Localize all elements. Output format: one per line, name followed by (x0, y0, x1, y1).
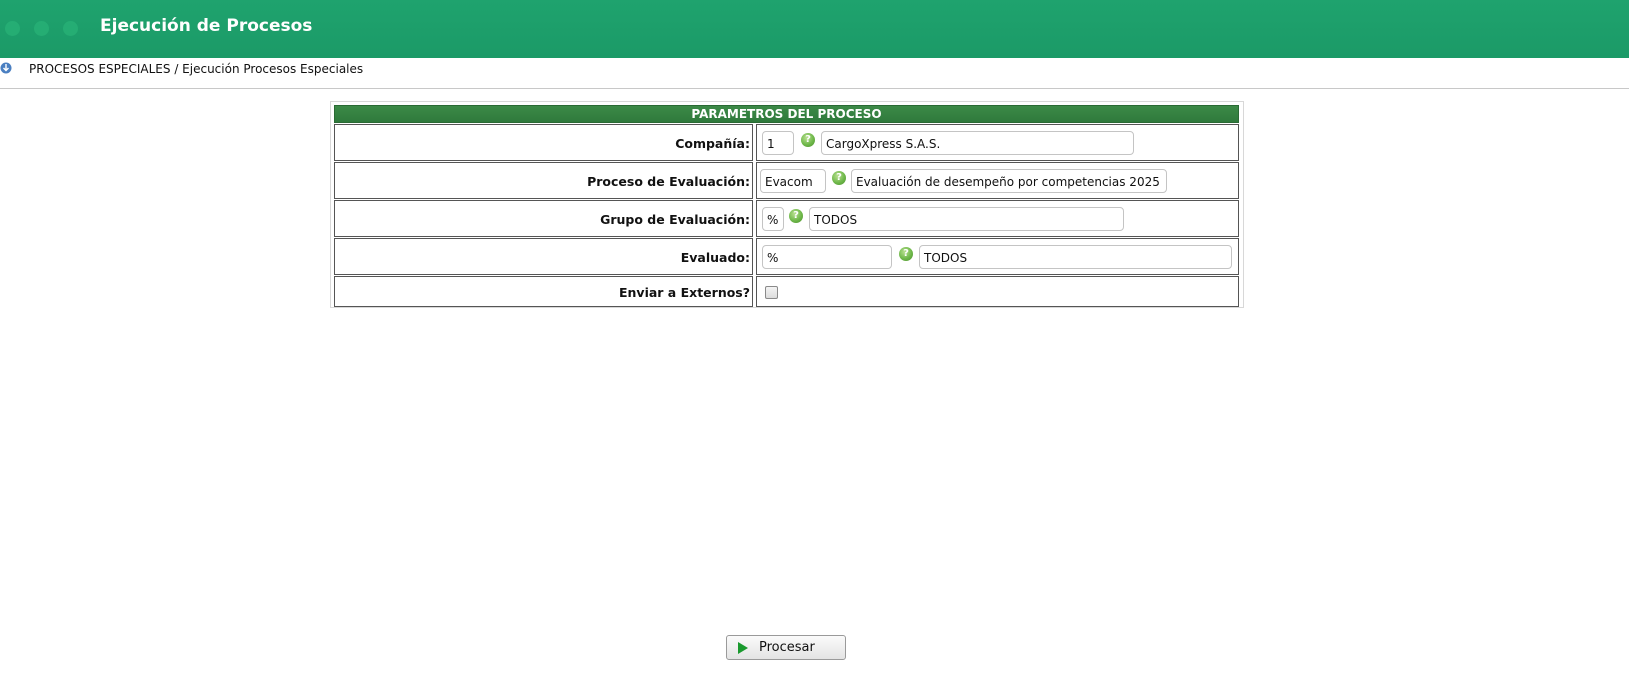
compania-value-cell: 1 ? CargoXpress S.A.S. (756, 124, 1239, 161)
row-externos: Enviar a Externos? (334, 276, 1239, 307)
row-grupo: Grupo de Evaluación: % ? TODOS (334, 200, 1239, 237)
compania-code-input[interactable]: 1 (762, 131, 794, 155)
window-dot-icon (5, 21, 20, 36)
process-button-label: Procesar (759, 640, 815, 655)
grupo-description-input[interactable]: TODOS (809, 207, 1124, 231)
proceso-value-cell: Evacom ? Evaluación de desempeño por com… (756, 162, 1239, 199)
evaluado-description-input[interactable]: TODOS (919, 245, 1232, 269)
compania-label: Compañía: (334, 124, 753, 161)
window-dot-icon (34, 21, 49, 36)
window-dot-icon (63, 21, 78, 36)
panel-heading: PARAMETROS DEL PROCESO (334, 105, 1239, 123)
evaluado-code-input[interactable]: % (762, 245, 892, 269)
help-icon[interactable]: ? (789, 209, 803, 223)
info-download-icon (0, 62, 12, 74)
proceso-label: Proceso de Evaluación: (334, 162, 753, 199)
play-icon (738, 642, 748, 654)
page-title: Ejecución de Procesos (100, 16, 313, 36)
breadcrumb-text: PROCESOS ESPECIALES / Ejecución Procesos… (29, 62, 364, 76)
externos-value-cell (756, 276, 1239, 307)
evaluado-label: Evaluado: (334, 238, 753, 275)
breadcrumb: PROCESOS ESPECIALES / Ejecución Procesos… (0, 58, 1629, 89)
proceso-description-input[interactable]: Evaluación de desempeño por competencias… (851, 169, 1167, 193)
help-icon[interactable]: ? (899, 247, 913, 261)
evaluado-value-cell: % ? TODOS (756, 238, 1239, 275)
grupo-value-cell: % ? TODOS (756, 200, 1239, 237)
grupo-label: Grupo de Evaluación: (334, 200, 753, 237)
row-compania: Compañía: 1 ? CargoXpress S.A.S. (334, 124, 1239, 161)
process-button[interactable]: Procesar (726, 635, 846, 660)
externos-checkbox[interactable] (765, 286, 778, 299)
proceso-code-input[interactable]: Evacom (760, 169, 826, 193)
grupo-code-input[interactable]: % (762, 207, 784, 231)
compania-description-input[interactable]: CargoXpress S.A.S. (821, 131, 1134, 155)
process-parameters-panel: PARAMETROS DEL PROCESO Compañía: 1 ? Car… (330, 101, 1244, 308)
help-icon[interactable]: ? (832, 171, 846, 185)
help-icon[interactable]: ? (801, 133, 815, 147)
app-header: Ejecución de Procesos (0, 0, 1629, 58)
externos-label: Enviar a Externos? (334, 276, 753, 307)
row-proceso: Proceso de Evaluación: Evacom ? Evaluaci… (334, 162, 1239, 199)
row-evaluado: Evaluado: % ? TODOS (334, 238, 1239, 275)
